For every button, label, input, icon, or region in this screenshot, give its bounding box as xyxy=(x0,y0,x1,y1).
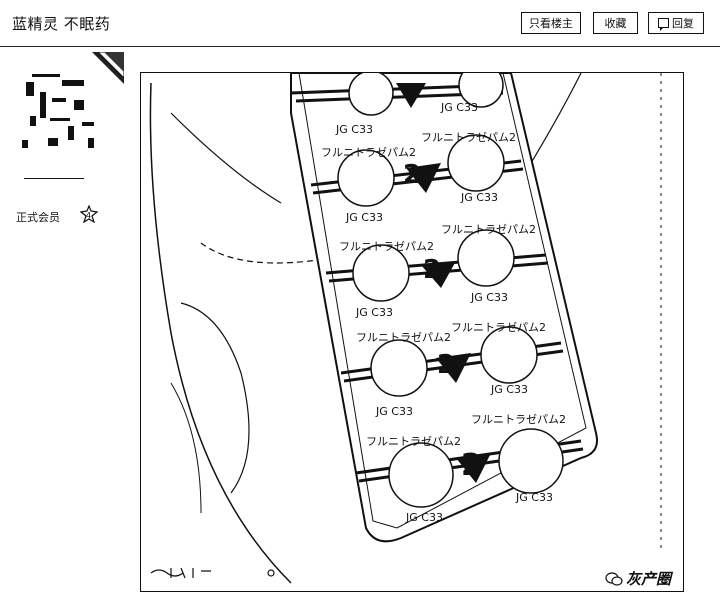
pill-code-label: JG C33 xyxy=(490,383,528,396)
blister-label: フルニトラゼパム2 xyxy=(451,321,546,334)
blister-label: フルニトラゼパム2 xyxy=(441,223,536,236)
blister-label: フルニトラゼパム2 xyxy=(421,131,516,144)
post-header: 蓝精灵 不眠药 只看楼主 收藏 回复 xyxy=(0,0,720,47)
strength-mark: 2 xyxy=(437,350,455,380)
post-title: 蓝精灵 不眠药 xyxy=(12,15,111,33)
reply-label: 回复 xyxy=(672,17,694,30)
corner-flag-icon xyxy=(92,52,124,84)
pill-code-label: JG C33 xyxy=(345,211,383,224)
blister-pack-illustration: JG C33 JG C33 フルニトラゼパム2 フルニトラゼパム2 JG C33… xyxy=(149,73,662,584)
wechat-icon xyxy=(605,572,623,586)
favorite-button[interactable]: 收藏 xyxy=(593,12,638,34)
post-image[interactable]: JG C33 JG C33 フルニトラゼパム2 フルニトラゼパム2 JG C33… xyxy=(140,72,684,592)
blister-label: フルニトラゼパム2 xyxy=(339,240,434,253)
strength-mark: 2 xyxy=(423,255,441,285)
strength-mark: 2 xyxy=(461,448,482,483)
blister-label: フルニトラゼパム2 xyxy=(366,435,461,448)
only-author-button[interactable]: 只看楼主 xyxy=(521,12,581,34)
pill-code-label: JG C33 xyxy=(515,491,553,504)
pill-code-label: JG C33 xyxy=(375,405,413,418)
pill-code-label: JG C33 xyxy=(355,306,393,319)
pill-code-label: JG C33 xyxy=(440,101,478,114)
watermark-text: 灰产圈 xyxy=(626,570,672,588)
member-level: 正式会员 xyxy=(16,211,60,224)
blister-label: フルニトラゼパム2 xyxy=(356,331,451,344)
blister-label: フルニトラゼパム2 xyxy=(321,146,416,159)
reply-icon xyxy=(658,18,669,31)
pill-code-label: JG C33 xyxy=(470,291,508,304)
svg-text:4: 4 xyxy=(86,211,91,220)
strength-mark: 2 xyxy=(403,160,421,190)
pill-code-label: JG C33 xyxy=(335,123,373,136)
level-badge-icon: 4 xyxy=(80,205,98,223)
pill-code-label: JG C33 xyxy=(405,511,443,524)
blister-label: フルニトラゼパム2 xyxy=(471,413,566,426)
reply-button[interactable]: 回复 xyxy=(648,12,704,34)
forum-post-page: 蓝精灵 不眠药 只看楼主 收藏 回复 正式会员 4 JG C33 JG C33 … xyxy=(0,0,720,615)
pill-code-label: JG C33 xyxy=(460,191,498,204)
sidebar-divider xyxy=(24,178,84,179)
